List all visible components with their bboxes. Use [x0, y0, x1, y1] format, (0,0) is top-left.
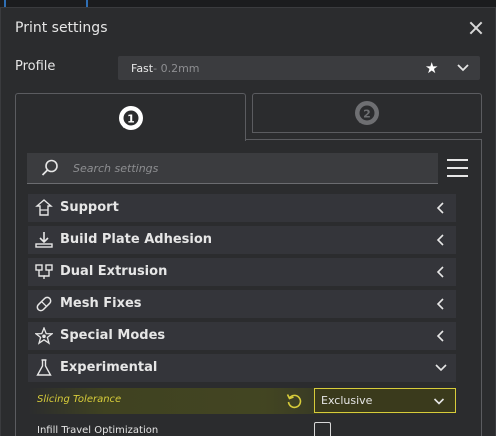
extruder-1-icon: 1	[118, 105, 143, 130]
category-label: Mesh Fixes	[60, 296, 142, 311]
setting-label: Infill Travel Optimization	[37, 425, 159, 436]
infill-travel-checkbox[interactable]	[314, 422, 331, 436]
titlebar: Print settings	[1, 8, 495, 48]
category-build-plate-adhesion[interactable]: Build Plate Adhesion	[28, 226, 456, 255]
chevron-left-icon	[436, 266, 444, 278]
support-icon	[35, 199, 53, 216]
chevron-down-icon	[435, 364, 447, 372]
setting-infill-travel-optimization: Infill Travel Optimization	[28, 421, 456, 436]
dialog-title: Print settings	[15, 20, 108, 36]
chevron-left-icon	[436, 234, 444, 246]
chevron-down-icon[interactable]	[455, 60, 471, 76]
svg-text:1: 1	[127, 112, 135, 125]
select-value: Exclusive	[321, 394, 373, 407]
slicing-tolerance-select[interactable]: Exclusive	[314, 388, 456, 413]
chevron-left-icon	[436, 330, 444, 342]
star-icon[interactable]: ★	[425, 58, 438, 78]
backdrop-edge	[4, 0, 6, 7]
tab-extruder-1[interactable]: 1	[15, 93, 246, 141]
category-label: Support	[60, 200, 119, 215]
extruder-2-icon: 2	[355, 101, 379, 125]
profile-detail: - 0.2mm	[153, 61, 200, 75]
search-bar	[27, 153, 438, 184]
flask-icon	[36, 359, 52, 376]
profile-select[interactable]: Fast - 0.2mm ★	[118, 56, 480, 80]
category-experimental[interactable]: Experimental	[28, 354, 456, 383]
search-input[interactable]	[73, 161, 403, 175]
special-modes-icon	[35, 327, 53, 345]
category-label: Experimental	[60, 360, 158, 375]
backdrop-edge	[86, 0, 88, 7]
dual-extrusion-icon	[35, 264, 53, 279]
setting-label: Slicing Tolerance	[37, 394, 122, 405]
profile-name: Fast	[131, 61, 154, 75]
extruder-tabs: 1 2	[15, 93, 482, 141]
category-label: Special Modes	[60, 328, 166, 343]
category-special-modes[interactable]: Special Modes	[28, 322, 456, 351]
chevron-down-icon	[433, 398, 445, 405]
category-mesh-fixes[interactable]: Mesh Fixes	[28, 290, 456, 319]
setting-slicing-tolerance: Slicing Tolerance Exclusive	[28, 388, 456, 414]
category-label: Build Plate Adhesion	[60, 232, 213, 247]
chevron-left-icon	[436, 202, 444, 214]
reset-icon[interactable]	[285, 392, 303, 410]
profile-row: Profile Fast - 0.2mm ★	[15, 56, 481, 80]
category-label: Dual Extrusion	[60, 264, 168, 279]
svg-text:2: 2	[363, 108, 371, 121]
tab-extruder-2[interactable]: 2	[252, 93, 482, 133]
category-support[interactable]: Support	[28, 194, 456, 223]
category-dual-extrusion[interactable]: Dual Extrusion	[28, 258, 456, 287]
menu-icon[interactable]	[447, 157, 469, 179]
close-icon[interactable]	[469, 21, 483, 35]
profile-label: Profile	[15, 59, 56, 74]
mesh-fixes-icon	[36, 296, 52, 312]
chevron-left-icon	[436, 298, 444, 310]
build-plate-icon	[35, 232, 53, 248]
search-icon	[41, 159, 58, 176]
